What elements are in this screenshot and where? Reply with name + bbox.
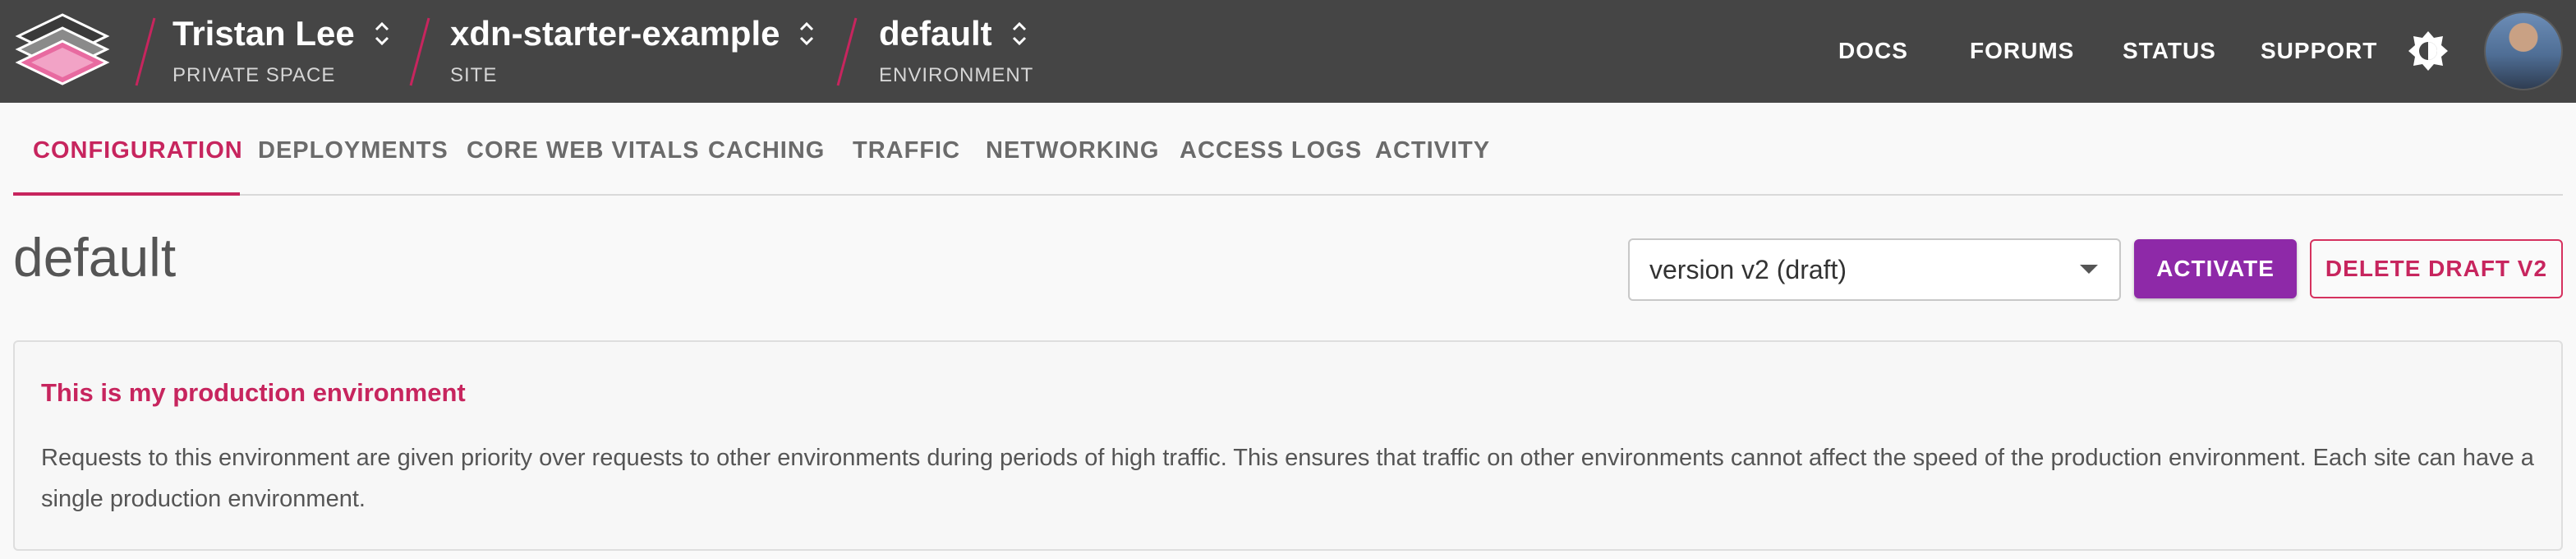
breadcrumb-space[interactable]: Tristan Lee PRIVATE SPACE bbox=[172, 0, 391, 103]
environment-label: ENVIRONMENT bbox=[879, 63, 1034, 86]
delete-draft-button[interactable]: DELETE DRAFT V2 bbox=[2310, 239, 2563, 298]
stacked-layers-logo-icon[interactable] bbox=[15, 13, 110, 89]
breadcrumb-separator-icon bbox=[135, 17, 156, 86]
production-info-panel: This is my production environment Reques… bbox=[13, 340, 2563, 551]
nav-docs-link[interactable]: DOCS bbox=[1838, 38, 1908, 64]
tab-traffic[interactable]: TRAFFIC bbox=[853, 105, 960, 196]
active-tab-indicator bbox=[13, 192, 240, 196]
tab-core-web-vitals[interactable]: CORE WEB VITALS bbox=[467, 105, 700, 196]
panel-title: This is my production environment bbox=[41, 378, 466, 407]
tab-networking[interactable]: NETWORKING bbox=[986, 105, 1159, 196]
site-name: xdn-starter-example bbox=[450, 13, 780, 53]
unfold-icon[interactable] bbox=[373, 20, 391, 48]
breadcrumb-separator-icon bbox=[836, 17, 858, 86]
site-label: SITE bbox=[450, 63, 498, 86]
unfold-icon[interactable] bbox=[1010, 20, 1028, 48]
nav-status-link[interactable]: STATUS bbox=[2123, 38, 2216, 64]
space-name: Tristan Lee bbox=[172, 13, 355, 53]
environment-name: default bbox=[879, 13, 992, 53]
user-avatar[interactable] bbox=[2484, 12, 2563, 90]
activate-button[interactable]: ACTIVATE bbox=[2134, 239, 2297, 298]
tab-access-logs[interactable]: ACCESS LOGS bbox=[1180, 105, 1362, 196]
page-title: default bbox=[13, 227, 177, 288]
caret-down-icon bbox=[2080, 265, 2098, 274]
version-select[interactable]: version v2 (draft) bbox=[1628, 238, 2121, 301]
breadcrumb-site[interactable]: xdn-starter-example SITE bbox=[450, 0, 816, 103]
breadcrumb-separator-icon bbox=[409, 17, 430, 86]
top-app-bar: Tristan Lee PRIVATE SPACE xdn-starter-ex… bbox=[0, 0, 2576, 103]
nav-forums-link[interactable]: FORUMS bbox=[1970, 38, 2074, 64]
tab-deployments[interactable]: DEPLOYMENTS bbox=[258, 105, 448, 196]
tab-configuration[interactable]: CONFIGURATION bbox=[33, 105, 243, 196]
tab-caching[interactable]: CACHING bbox=[708, 105, 825, 196]
environment-tabs: CONFIGURATION DEPLOYMENTS CORE WEB VITAL… bbox=[13, 105, 2563, 196]
unfold-icon[interactable] bbox=[798, 20, 816, 48]
nav-support-link[interactable]: SUPPORT bbox=[2261, 38, 2377, 64]
breadcrumb-environment[interactable]: default ENVIRONMENT bbox=[879, 0, 1033, 103]
tab-activity[interactable]: ACTIVITY bbox=[1375, 105, 1490, 196]
version-select-value: version v2 (draft) bbox=[1649, 254, 1847, 284]
brightness-icon[interactable] bbox=[2407, 30, 2450, 72]
panel-description: Requests to this environment are given p… bbox=[41, 445, 2534, 512]
space-label: PRIVATE SPACE bbox=[172, 63, 336, 86]
